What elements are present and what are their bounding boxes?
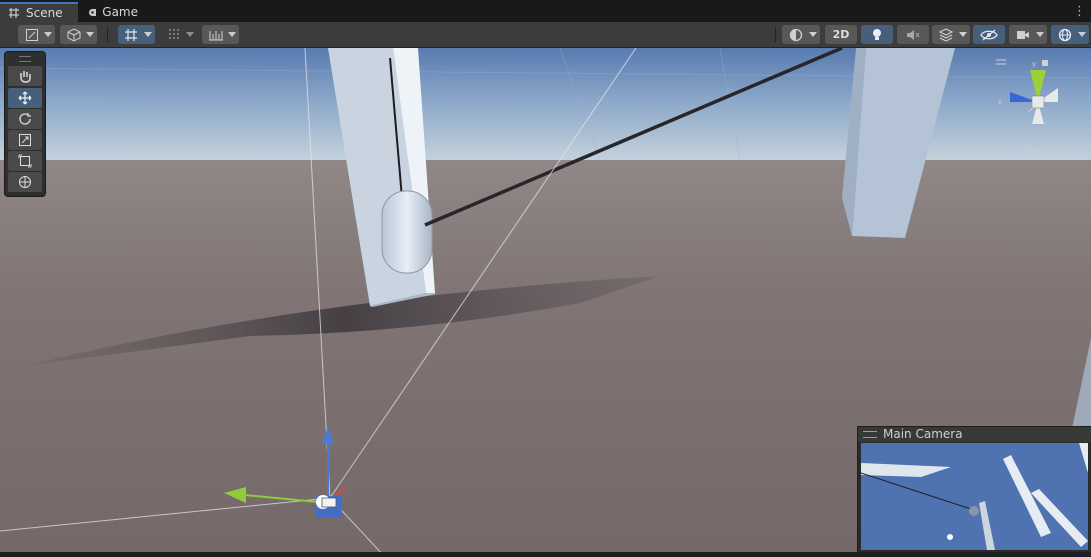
camera-preview-view: [861, 443, 1088, 550]
hand-icon: [20, 71, 31, 83]
rect-tool-button[interactable]: [8, 151, 42, 171]
draw-mode-icon: [25, 28, 38, 41]
rotate-icon: [19, 113, 31, 125]
drag-handle-icon[interactable]: [19, 56, 31, 62]
more-options-icon[interactable]: ⋮: [1073, 4, 1086, 19]
camera-icon: [1017, 30, 1029, 39]
transform-tool-button[interactable]: [8, 172, 42, 192]
rotate-tool-button[interactable]: [8, 109, 42, 129]
hidden-objects-icon: [980, 29, 998, 40]
ruler-icon: [208, 30, 223, 40]
hand-tool-button[interactable]: [8, 66, 42, 86]
bottom-border: [0, 552, 1091, 557]
scale-icon: [19, 134, 31, 146]
camera-settings-button[interactable]: [1009, 25, 1047, 44]
scale-tool-button[interactable]: [8, 130, 42, 150]
tab-scene-label: Scene: [26, 6, 63, 20]
shading-mode-button[interactable]: [782, 25, 820, 44]
projection-label[interactable]: Persp: [1026, 144, 1059, 158]
svg-text:y: y: [1032, 60, 1036, 68]
audio-icon: [907, 29, 920, 40]
camera-preview-title: Main Camera: [883, 427, 963, 441]
shading-icon: [789, 28, 803, 41]
ruler-button[interactable]: [202, 25, 239, 44]
transform-icon: [19, 176, 31, 188]
tab-game-label: Game: [102, 5, 138, 19]
lighting-toggle[interactable]: [861, 25, 893, 44]
drag-handle-icon[interactable]: [863, 431, 877, 438]
effects-icon: [939, 27, 953, 42]
orientation-gizmo[interactable]: y z: [996, 58, 1080, 128]
gizmos-button[interactable]: [1051, 25, 1089, 44]
tool-palette: [4, 51, 46, 197]
grid-snap-icon: [124, 28, 137, 41]
grid-snap-button[interactable]: [118, 25, 155, 44]
render-mode-button[interactable]: [60, 25, 97, 44]
move-tool-button[interactable]: [8, 88, 42, 108]
tab-scene[interactable]: Scene: [0, 2, 78, 22]
gizmos-icon: [1058, 28, 1072, 41]
draw-mode-button[interactable]: [18, 25, 55, 44]
audio-toggle[interactable]: [897, 25, 929, 44]
lighting-icon: [873, 28, 881, 40]
camera-preview-header[interactable]: Main Camera: [858, 427, 1091, 442]
camera-preview-panel: Main Camera: [857, 426, 1091, 554]
svg-text:z: z: [998, 98, 1002, 106]
gamepad-icon: [89, 9, 97, 16]
snap-increment-button[interactable]: [160, 25, 197, 44]
move-icon: [18, 91, 32, 105]
hidden-objects-toggle[interactable]: [973, 25, 1005, 44]
tab-game[interactable]: Game: [80, 2, 146, 22]
effects-button[interactable]: [932, 25, 970, 44]
tab-bar: Scene Game ⋮: [0, 0, 1091, 22]
render-mode-icon: [67, 27, 80, 42]
grid-icon: [9, 8, 19, 18]
scene-toolbar: 2D: [0, 22, 1091, 48]
rect-transform-icon: [18, 154, 32, 168]
snap-increment-icon: [168, 28, 179, 39]
2d-toggle[interactable]: 2D: [825, 25, 857, 44]
lock-icon[interactable]: [1042, 60, 1048, 66]
